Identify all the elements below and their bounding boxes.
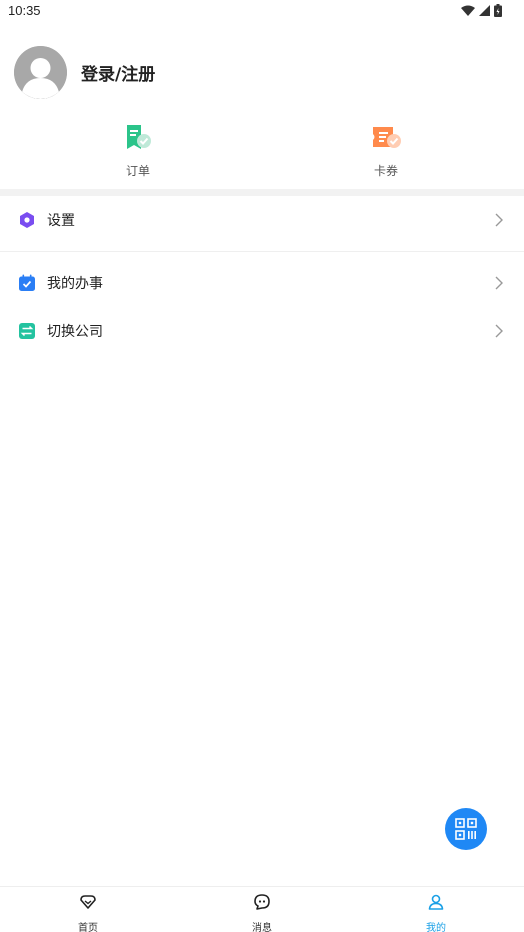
profile-icon	[428, 894, 444, 910]
login-register-link[interactable]: 登录/注册	[81, 60, 155, 85]
quick-entries: 订单 卡券	[0, 122, 524, 182]
menu-item-switch-company[interactable]: 切换公司	[0, 311, 524, 351]
switch-icon	[19, 323, 35, 339]
default-avatar-icon	[14, 46, 67, 99]
section-separator	[0, 189, 524, 196]
calendar-check-icon	[19, 274, 35, 291]
battery-icon	[494, 4, 502, 17]
status-time: 10:35	[8, 3, 41, 18]
message-icon	[254, 894, 270, 910]
home-icon	[80, 895, 96, 909]
qr-code-icon	[455, 818, 477, 840]
menu-item-settings[interactable]: 设置	[0, 200, 524, 240]
tab-label: 消息	[252, 923, 272, 932]
tab-mine[interactable]: 我的	[396, 893, 476, 932]
menu-label: 我的办事	[47, 276, 103, 292]
status-bar: 10:35	[0, 0, 524, 22]
wifi-icon	[461, 5, 475, 16]
menu-label: 设置	[47, 213, 75, 229]
tab-label: 首页	[78, 923, 98, 932]
coupon-label: 卡券	[373, 164, 398, 178]
order-icon	[123, 122, 153, 152]
menu-divider	[0, 251, 524, 252]
settings-icon	[20, 212, 34, 228]
bottom-nav: 首页 消息 我的	[0, 886, 524, 932]
qr-scan-button[interactable]	[445, 808, 487, 850]
coupon-entry[interactable]: 卡券	[346, 122, 426, 179]
coupon-icon	[371, 122, 401, 152]
chevron-right-icon	[495, 324, 503, 338]
chevron-right-icon	[495, 276, 503, 290]
tab-label: 我的	[426, 923, 446, 932]
order-entry[interactable]: 订单	[98, 122, 178, 179]
status-icons	[461, 4, 502, 17]
chevron-right-icon	[495, 213, 503, 227]
profile-header[interactable]: 登录/注册	[14, 46, 155, 99]
avatar[interactable]	[14, 46, 67, 99]
tab-home[interactable]: 首页	[48, 893, 128, 932]
menu-label: 切换公司	[47, 324, 103, 340]
tab-messages[interactable]: 消息	[222, 893, 302, 932]
order-label: 订单	[125, 164, 150, 178]
signal-icon	[479, 5, 490, 16]
menu-item-my-affairs[interactable]: 我的办事	[0, 263, 524, 303]
